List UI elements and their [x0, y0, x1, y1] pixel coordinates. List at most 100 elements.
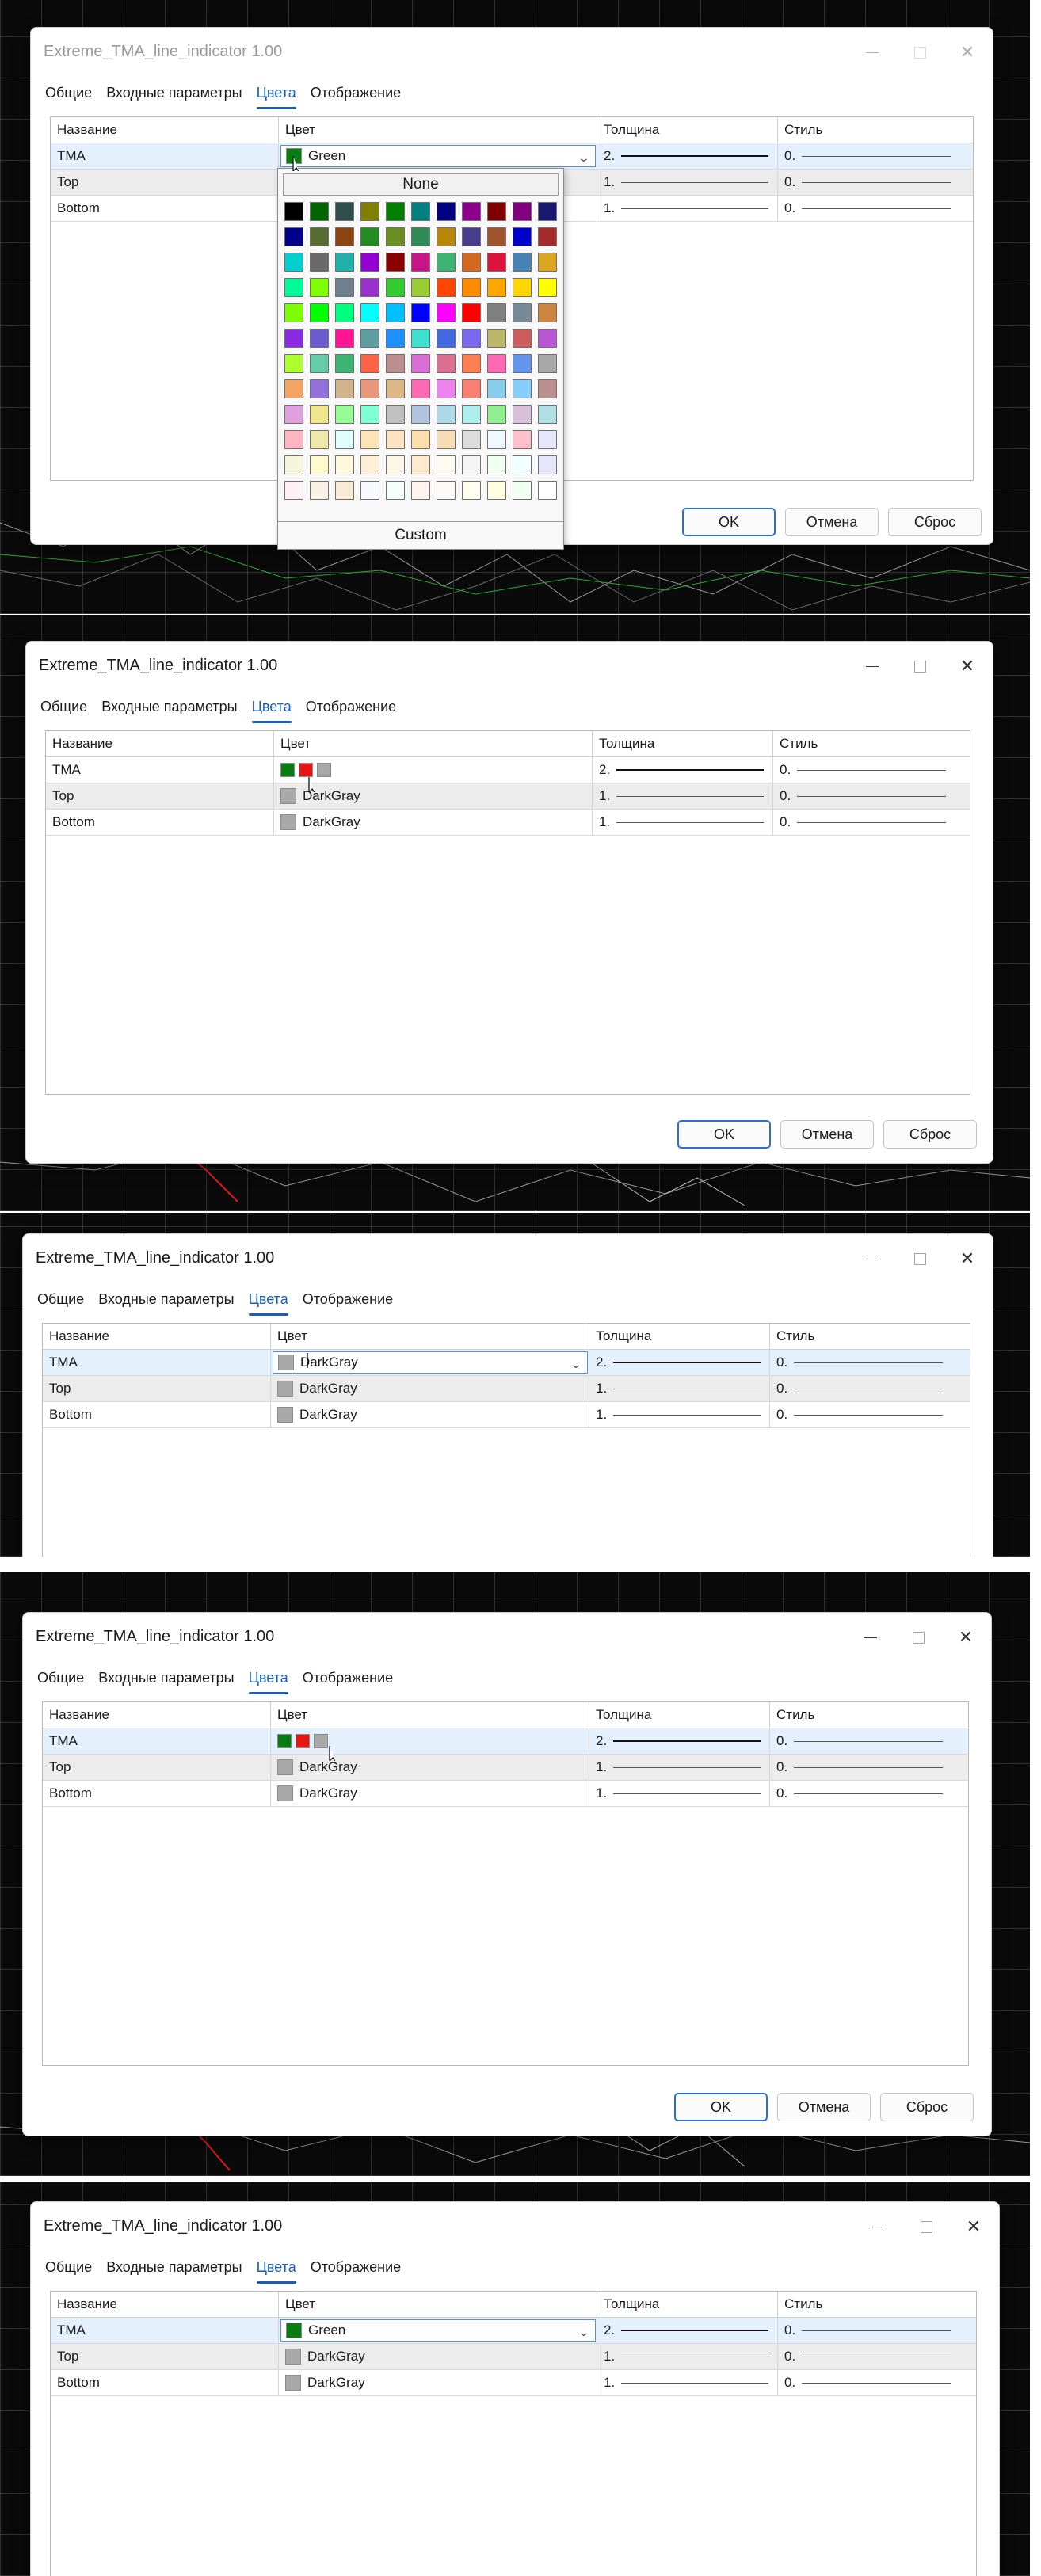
palette-color-swatch[interactable] [335, 227, 354, 246]
palette-color-swatch[interactable] [335, 202, 354, 221]
tab-colors[interactable]: Цвета [251, 695, 292, 723]
tab-visualization[interactable]: Отображение [306, 695, 396, 723]
palette-color-swatch[interactable] [437, 430, 456, 449]
palette-color-swatch[interactable] [411, 278, 430, 297]
palette-color-swatch[interactable] [386, 303, 405, 322]
palette-color-swatch[interactable] [513, 354, 532, 373]
palette-color-swatch[interactable] [411, 253, 430, 272]
palette-color-swatch[interactable] [310, 481, 329, 500]
tab-visualization[interactable]: Отображение [311, 82, 401, 109]
tab-colors[interactable]: Цвета [248, 1288, 288, 1316]
cancel-button[interactable]: Отмена [785, 508, 879, 536]
palette-color-swatch[interactable] [538, 481, 557, 500]
palette-color-swatch[interactable] [538, 405, 557, 424]
palette-color-swatch[interactable] [513, 278, 532, 297]
palette-color-swatch[interactable] [360, 455, 379, 474]
style-cell[interactable]: 0. [778, 143, 973, 169]
table-row-tma[interactable]: TMA 2. 0. [46, 757, 970, 783]
close-button[interactable]: ✕ [944, 648, 991, 684]
palette-color-swatch[interactable] [360, 379, 379, 398]
style-cell[interactable]: 0. [778, 170, 973, 195]
style-cell[interactable]: 0. [778, 2344, 976, 2369]
cancel-button[interactable]: Отмена [780, 1120, 874, 1149]
tab-general[interactable]: Общие [37, 1667, 84, 1694]
palette-color-swatch[interactable] [310, 202, 329, 221]
style-cell[interactable]: 0. [778, 196, 973, 221]
palette-color-swatch[interactable] [513, 253, 532, 272]
close-button[interactable]: ✕ [942, 1619, 990, 1656]
palette-color-swatch[interactable] [284, 481, 303, 500]
palette-color-swatch[interactable] [386, 329, 405, 348]
table-row-top[interactable]: Top DarkGray 1. 0. [43, 1376, 970, 1402]
palette-color-swatch[interactable] [437, 202, 456, 221]
palette-color-swatch[interactable] [386, 455, 405, 474]
color-combobox-field[interactable]: Green ⌄ [280, 145, 596, 167]
palette-color-swatch[interactable] [284, 405, 303, 424]
palette-color-swatch[interactable] [310, 455, 329, 474]
palette-color-swatch[interactable] [462, 202, 481, 221]
color-cell[interactable]: DarkGray [279, 2370, 597, 2395]
palette-color-swatch[interactable] [335, 329, 354, 348]
palette-color-swatch[interactable] [513, 379, 532, 398]
color-cell[interactable]: DarkGray [271, 1781, 589, 1806]
none-color-button[interactable]: None [283, 173, 559, 196]
style-cell[interactable]: 0. [773, 783, 970, 809]
color-cell[interactable]: DarkGray [274, 783, 593, 809]
palette-color-swatch[interactable] [487, 379, 506, 398]
width-cell[interactable]: 2. [589, 1350, 770, 1375]
reset-button[interactable]: Сброс [883, 1120, 977, 1149]
palette-color-swatch[interactable] [437, 455, 456, 474]
palette-color-swatch[interactable] [462, 303, 481, 322]
palette-color-swatch[interactable] [462, 227, 481, 246]
width-cell[interactable]: 1. [589, 1376, 770, 1401]
maximize-button[interactable] [896, 648, 944, 684]
custom-color-button[interactable]: Custom [278, 521, 563, 549]
tab-general[interactable]: Общие [37, 1288, 84, 1316]
palette-color-swatch[interactable] [360, 278, 379, 297]
tab-inputs[interactable]: Входные параметры [106, 2256, 242, 2284]
table-row-bottom[interactable]: Bottom DarkGray 1. 0. [43, 1402, 970, 1428]
ok-button[interactable]: OK [677, 1120, 771, 1149]
style-cell[interactable]: 0. [778, 2370, 976, 2395]
palette-color-swatch[interactable] [487, 329, 506, 348]
palette-color-swatch[interactable] [284, 303, 303, 322]
palette-color-swatch[interactable] [437, 481, 456, 500]
tab-general[interactable]: Общие [45, 82, 92, 109]
minimize-button[interactable] [848, 1240, 896, 1277]
tab-colors[interactable]: Цвета [256, 82, 296, 109]
palette-color-swatch[interactable] [411, 202, 430, 221]
palette-color-swatch[interactable] [513, 227, 532, 246]
swatch-red-button[interactable] [296, 1734, 310, 1748]
palette-color-swatch[interactable] [310, 227, 329, 246]
palette-color-swatch[interactable] [538, 253, 557, 272]
swatch-green-button[interactable] [277, 1734, 292, 1748]
width-cell[interactable]: 1. [597, 196, 778, 221]
palette-color-swatch[interactable] [411, 405, 430, 424]
palette-color-swatch[interactable] [386, 405, 405, 424]
minimize-button[interactable] [848, 648, 896, 684]
palette-color-swatch[interactable] [411, 354, 430, 373]
palette-color-swatch[interactable] [335, 354, 354, 373]
palette-color-swatch[interactable] [335, 481, 354, 500]
minimize-button[interactable] [848, 34, 896, 70]
ok-button[interactable]: OK [682, 508, 776, 536]
palette-color-swatch[interactable] [284, 430, 303, 449]
palette-color-swatch[interactable] [538, 354, 557, 373]
palette-color-swatch[interactable] [437, 354, 456, 373]
swatch-darkgray-button[interactable] [314, 1734, 328, 1748]
swatch-red-button[interactable] [299, 763, 313, 777]
width-cell[interactable]: 1. [589, 1402, 770, 1427]
maximize-button[interactable] [902, 2208, 950, 2245]
palette-color-swatch[interactable] [360, 202, 379, 221]
palette-color-swatch[interactable] [284, 253, 303, 272]
palette-color-swatch[interactable] [411, 329, 430, 348]
style-cell[interactable]: 0. [770, 1402, 970, 1427]
palette-color-swatch[interactable] [437, 253, 456, 272]
palette-color-swatch[interactable] [335, 455, 354, 474]
reset-button[interactable]: Сброс [880, 2093, 974, 2121]
palette-color-swatch[interactable] [310, 354, 329, 373]
palette-color-swatch[interactable] [538, 278, 557, 297]
palette-color-swatch[interactable] [487, 405, 506, 424]
tab-colors[interactable]: Цвета [248, 1667, 288, 1694]
palette-color-swatch[interactable] [386, 253, 405, 272]
